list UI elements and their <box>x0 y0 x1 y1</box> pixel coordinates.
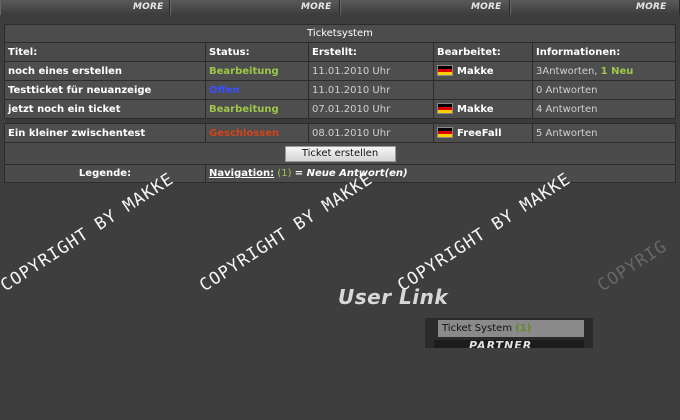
table-row[interactable]: jetzt noch ein ticket Bearbeitung 07.01.… <box>4 99 676 119</box>
table-row[interactable]: noch eines erstellen Bearbeitung 11.01.2… <box>4 61 676 81</box>
ticket-title-link[interactable]: Testticket für neuanzeige <box>4 80 206 100</box>
status-badge: Geschlossen <box>205 123 309 143</box>
more-link-1[interactable]: MORE <box>133 2 164 12</box>
legend-description: = Neue Antwort(en) <box>294 168 408 179</box>
created-date: 11.01.2010 Uhr <box>308 61 434 81</box>
answer-count: 3Antworten, <box>536 65 601 77</box>
new-answer-count: 1 Neu <box>600 65 634 77</box>
copyright-watermark: COPYRIGHT BY MAKKE <box>394 169 575 296</box>
created-date: 08.01.2010 Uhr <box>308 123 434 143</box>
more-tab-2[interactable]: MORE <box>170 0 340 15</box>
user-link-count: (1) <box>515 323 532 334</box>
create-ticket-row: Ticket erstellen <box>4 142 676 165</box>
info-cell: 4 Antworten <box>532 99 676 119</box>
ticket-title-link[interactable]: noch eines erstellen <box>4 61 206 81</box>
partner-banner[interactable]: PARTNER <box>434 340 584 348</box>
column-header-created: Erstellt: <box>308 42 434 62</box>
user-link-panel: Ticket System (1) PARTNER <box>425 318 593 348</box>
answer-count: 4 Antworten <box>536 103 598 115</box>
copyright-watermark-fragment: COPYRIG <box>594 236 671 296</box>
status-badge: Bearbeitung <box>205 99 309 119</box>
create-ticket-button[interactable]: Ticket erstellen <box>284 145 396 162</box>
answer-count: 0 Antworten <box>536 84 598 96</box>
table-row[interactable]: Ein kleiner zwischentest Geschlossen 08.… <box>4 123 676 143</box>
copyright-watermark: COPYRIGHT BY MAKKE <box>196 169 377 296</box>
legend-label: Legende: <box>4 164 206 183</box>
german-flag-icon <box>437 127 453 138</box>
user-link-heading: User Link <box>338 285 449 309</box>
german-flag-icon <box>437 65 453 76</box>
table-header-row: Titel: Status: Erstellt: Bearbeitet: Inf… <box>4 42 676 62</box>
created-date: 11.01.2010 Uhr <box>308 80 434 100</box>
editor-cell: Makke <box>433 99 533 119</box>
editor-cell <box>433 80 533 100</box>
more-tab-3[interactable]: MORE <box>340 0 510 15</box>
legend-row: Legende: Navigation: (1) = Neue Antwort(… <box>4 164 676 183</box>
editor-name: Makke <box>457 104 494 115</box>
info-cell: 0 Antworten <box>532 80 676 100</box>
legend-count: (1) <box>277 168 292 179</box>
more-link-3[interactable]: MORE <box>471 2 502 12</box>
more-link-4[interactable]: MORE <box>636 2 667 12</box>
more-link-2[interactable]: MORE <box>301 2 332 12</box>
column-header-info: Informationen: <box>532 42 676 62</box>
ticket-title-link[interactable]: jetzt noch ein ticket <box>4 99 206 119</box>
info-cell: 3Antworten, 1 Neu <box>532 61 676 81</box>
table-row[interactable]: Testticket für neuanzeige Offen 11.01.20… <box>4 80 676 100</box>
partner-banner-text: PARTNER <box>469 340 533 348</box>
navigation-link[interactable]: Navigation: <box>209 168 274 179</box>
top-more-bar: MORE MORE MORE MORE <box>0 0 680 15</box>
column-header-status: Status: <box>205 42 309 62</box>
answer-count: 5 Antworten <box>536 127 598 139</box>
german-flag-icon <box>437 103 453 114</box>
ticket-system-title: Ticketsystem <box>4 24 676 43</box>
ticket-title-link[interactable]: Ein kleiner zwischentest <box>4 123 206 143</box>
more-tab-1[interactable]: MORE <box>0 0 170 15</box>
info-cell: 5 Antworten <box>532 123 676 143</box>
created-date: 07.01.2010 Uhr <box>308 99 434 119</box>
editor-cell: Makke <box>433 61 533 81</box>
user-link-ticket-system[interactable]: Ticket System (1) <box>434 320 584 337</box>
editor-cell: FreeFall <box>433 123 533 143</box>
status-badge: Offen <box>205 80 309 100</box>
editor-name: FreeFall <box>457 128 502 139</box>
legend-content: Navigation: (1) = Neue Antwort(en) <box>205 164 676 183</box>
column-header-title: Titel: <box>4 42 206 62</box>
column-header-edited: Bearbeitet: <box>433 42 533 62</box>
copyright-watermark: COPYRIGHT BY MAKKE <box>0 169 178 296</box>
user-link-label: Ticket System <box>442 323 513 334</box>
status-badge: Bearbeitung <box>205 61 309 81</box>
editor-name: Makke <box>457 66 494 77</box>
ticket-table: Ticketsystem Titel: Status: Erstellt: Be… <box>4 24 676 183</box>
more-tab-4[interactable]: MORE <box>510 0 680 15</box>
